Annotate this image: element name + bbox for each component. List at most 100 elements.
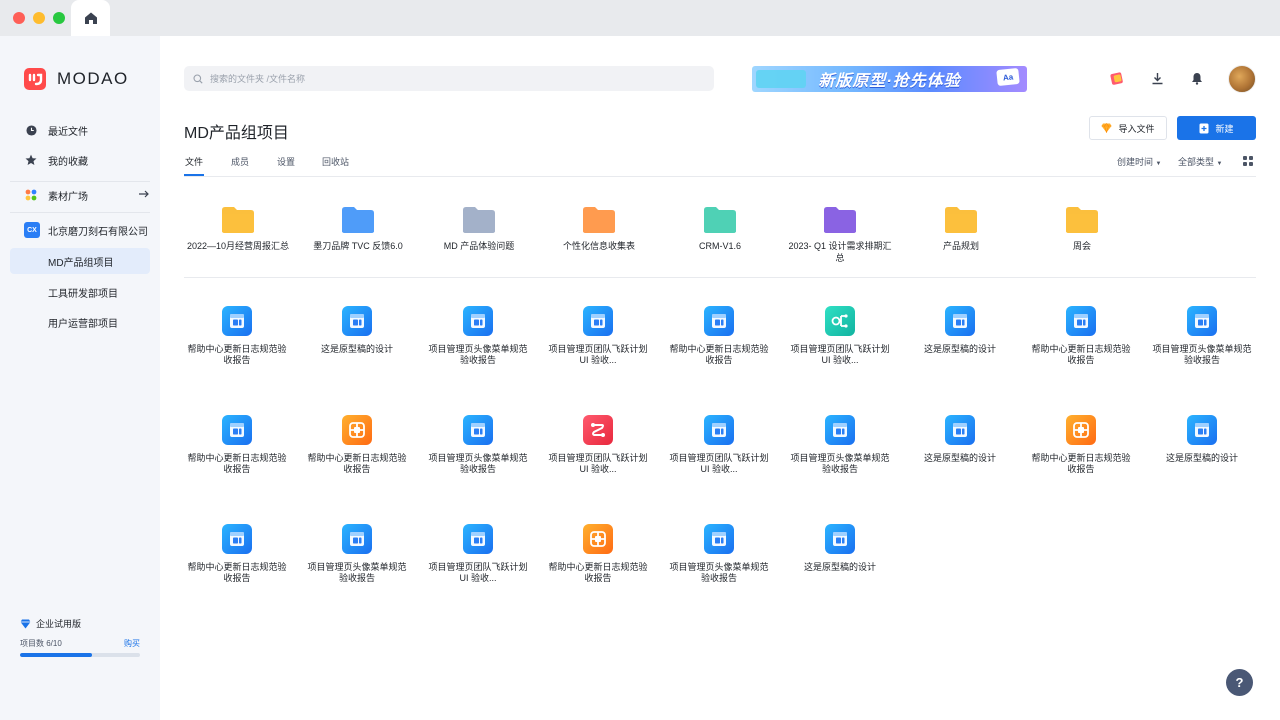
file-item[interactable]: 帮助中心更新日志规范验收报告 bbox=[1031, 306, 1131, 366]
folder-item[interactable]: 周会 bbox=[1027, 206, 1137, 252]
home-icon bbox=[84, 12, 97, 24]
maximize-window-button[interactable] bbox=[53, 12, 65, 24]
file-name: 帮助中心更新日志规范验收报告 bbox=[187, 344, 287, 365]
close-window-button[interactable] bbox=[13, 12, 25, 24]
file-item[interactable]: 项目管理页团队飞跃计划 UI 验收... bbox=[790, 306, 890, 366]
sort-created-label: 创建时间 bbox=[1117, 157, 1154, 167]
file-item[interactable]: 项目管理页头像菜单规范验收报告 bbox=[428, 415, 528, 475]
sidebar-item-label: 素材广场 bbox=[48, 191, 88, 203]
file-item[interactable]: 项目管理页团队飞跃计划 UI 验收... bbox=[548, 415, 648, 475]
prototype-icon bbox=[1187, 306, 1217, 336]
star-icon bbox=[24, 153, 38, 167]
new-button[interactable]: 新建 bbox=[1177, 116, 1256, 140]
tab-settings[interactable]: 设置 bbox=[277, 155, 295, 168]
folder-name: 2022—10月经营周报汇总 bbox=[186, 241, 290, 251]
minimize-window-button[interactable] bbox=[33, 12, 45, 24]
file-item[interactable]: 项目管理页团队飞跃计划 UI 验收... bbox=[428, 524, 528, 584]
file-item[interactable]: 帮助中心更新日志规范验收报告 bbox=[187, 415, 287, 475]
file-name: 帮助中心更新日志规范验收报告 bbox=[187, 562, 287, 583]
file-item[interactable]: 帮助中心更新日志规范验收报告 bbox=[1031, 415, 1131, 475]
folder-name: 墨刀品牌 TVC 反馈6.0 bbox=[313, 241, 403, 251]
folder-item[interactable]: 墨刀品牌 TVC 反馈6.0 bbox=[303, 206, 413, 252]
sidebar-item-recent[interactable]: 最近文件 bbox=[10, 117, 150, 143]
folder-item[interactable]: 产品规划 bbox=[906, 206, 1016, 252]
file-item[interactable]: 帮助中心更新日志规范验收报告 bbox=[669, 306, 769, 366]
file-name: 项目管理页团队飞跃计划 UI 验收... bbox=[548, 453, 648, 474]
sidebar-item-company[interactable]: CX 北京磨刀刻石有限公司 bbox=[10, 217, 150, 243]
project-usage-fill bbox=[20, 653, 92, 657]
file-item[interactable]: 项目管理页头像菜单规范验收报告 bbox=[1152, 306, 1252, 366]
file-item[interactable]: 帮助中心更新日志规范验收报告 bbox=[548, 524, 648, 584]
import-file-label: 导入文件 bbox=[1118, 123, 1155, 134]
banner-badge: Aa bbox=[996, 67, 1020, 87]
sidebar-item-project-md[interactable]: MD产品组项目 bbox=[10, 248, 150, 274]
folder-icon bbox=[1066, 207, 1098, 233]
folder-name: MD 产品体验问题 bbox=[443, 241, 515, 251]
prototype-icon bbox=[222, 415, 252, 445]
folder-name: 2023- Q1 设计需求排期汇总 bbox=[788, 241, 892, 263]
file-item[interactable]: 项目管理页团队飞跃计划 UI 验收... bbox=[548, 306, 648, 366]
sidebar-item-assets[interactable]: 素材广场 bbox=[10, 182, 150, 208]
prototype-icon bbox=[222, 306, 252, 336]
folder-item[interactable]: 个性化信息收集表 bbox=[544, 206, 654, 252]
folder-icon-front bbox=[583, 214, 615, 233]
file-name: 项目管理页头像菜单规范验收报告 bbox=[1152, 344, 1252, 365]
folder-item[interactable]: 2023- Q1 设计需求排期汇总 bbox=[785, 206, 895, 264]
caret-down-icon: ▼ bbox=[1216, 161, 1223, 167]
prototype-icon bbox=[704, 524, 734, 554]
prototype-icon bbox=[342, 306, 372, 336]
file-item[interactable]: 这是原型稿的设计 bbox=[307, 306, 407, 355]
download-icon[interactable] bbox=[1149, 70, 1165, 86]
sidebar-item-project-tools[interactable]: 工具研发部项目 bbox=[10, 279, 150, 305]
sort-by-created-dropdown[interactable]: 创建时间 ▼ bbox=[1117, 155, 1161, 168]
folder-icon bbox=[945, 207, 977, 233]
file-item[interactable]: 项目管理页头像菜单规范验收报告 bbox=[307, 524, 407, 584]
home-tab[interactable] bbox=[71, 0, 110, 36]
file-name: 项目管理页团队飞跃计划 UI 验收... bbox=[669, 453, 769, 474]
logo[interactable]: MODAO bbox=[24, 68, 129, 90]
file-item[interactable]: 这是原型稿的设计 bbox=[910, 415, 1010, 464]
folder-icon-front bbox=[704, 214, 736, 233]
folder-item[interactable]: 2022—10月经营周报汇总 bbox=[183, 206, 293, 252]
avatar[interactable] bbox=[1228, 65, 1256, 93]
import-file-button[interactable]: 导入文件 bbox=[1089, 116, 1167, 140]
file-item[interactable]: 这是原型稿的设计 bbox=[790, 524, 890, 573]
help-button[interactable]: ? bbox=[1226, 669, 1253, 696]
buy-link[interactable]: 购买 bbox=[124, 638, 140, 649]
file-name: 这是原型稿的设计 bbox=[923, 344, 996, 354]
gift-icon[interactable] bbox=[1109, 70, 1125, 86]
file-item[interactable]: 这是原型稿的设计 bbox=[910, 306, 1010, 355]
promo-banner[interactable]: 新版原型·抢先体验 Aa bbox=[752, 66, 1027, 92]
filter-type-dropdown[interactable]: 全部类型 ▼ bbox=[1178, 155, 1222, 168]
file-name: 这是原型稿的设计 bbox=[1165, 453, 1238, 463]
file-item[interactable]: 这是原型稿的设计 bbox=[1152, 415, 1252, 464]
prototype-icon bbox=[825, 524, 855, 554]
tab-members[interactable]: 成员 bbox=[231, 155, 249, 168]
search-input[interactable]: 搜索的文件夹 /文件名称 bbox=[184, 66, 714, 91]
flowchart-icon bbox=[583, 415, 613, 445]
file-name: 帮助中心更新日志规范验收报告 bbox=[1031, 453, 1131, 474]
file-item[interactable]: 项目管理页头像菜单规范验收报告 bbox=[790, 415, 890, 475]
bell-icon[interactable] bbox=[1189, 70, 1205, 86]
tab-trash[interactable]: 回收站 bbox=[322, 155, 349, 168]
file-item[interactable]: 帮助中心更新日志规范验收报告 bbox=[187, 524, 287, 584]
file-item[interactable]: 项目管理页头像菜单规范验收报告 bbox=[428, 306, 528, 366]
file-item[interactable]: 帮助中心更新日志规范验收报告 bbox=[187, 306, 287, 366]
folder-item[interactable]: CRM-V1.6 bbox=[665, 206, 775, 252]
project-usage-bar bbox=[20, 653, 140, 657]
prototype-icon bbox=[704, 415, 734, 445]
prototype-icon bbox=[1187, 415, 1217, 445]
sidebar-item-favorites[interactable]: 我的收藏 bbox=[10, 147, 150, 173]
grid-view-icon[interactable] bbox=[1243, 156, 1253, 166]
file-name: 项目管理页头像菜单规范验收报告 bbox=[307, 562, 407, 583]
folder-item[interactable]: MD 产品体验问题 bbox=[424, 206, 534, 252]
file-name: 帮助中心更新日志规范验收报告 bbox=[187, 453, 287, 474]
page-title: MD产品组项目 bbox=[184, 125, 289, 142]
sidebar-item-project-ops[interactable]: 用户运营部项目 bbox=[10, 309, 150, 335]
file-item[interactable]: 帮助中心更新日志规范验收报告 bbox=[307, 415, 407, 475]
tab-files[interactable]: 文件 bbox=[185, 155, 203, 168]
file-item[interactable]: 项目管理页头像菜单规范验收报告 bbox=[669, 524, 769, 584]
file-item[interactable]: 项目管理页团队飞跃计划 UI 验收... bbox=[669, 415, 769, 475]
clock-icon bbox=[24, 123, 38, 137]
sidebar-item-label: MD产品组项目 bbox=[48, 257, 114, 269]
